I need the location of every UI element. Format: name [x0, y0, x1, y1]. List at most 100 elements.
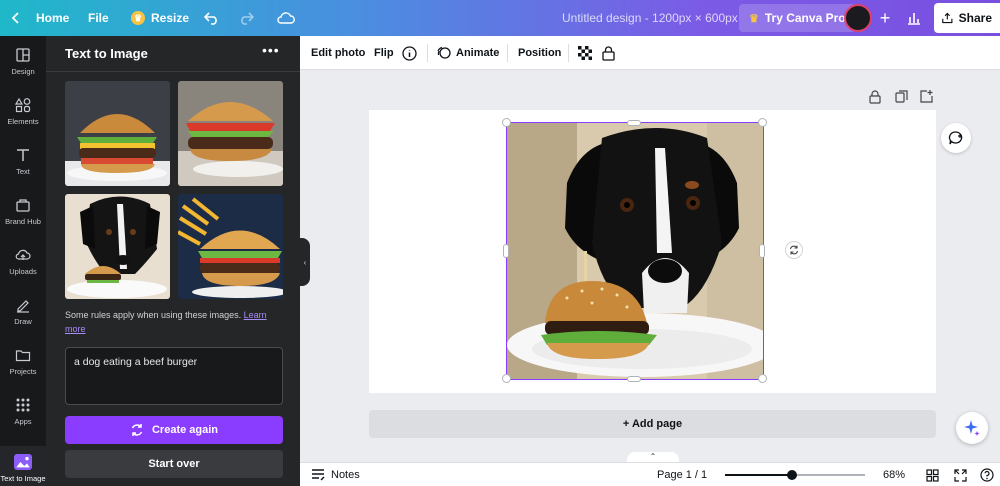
rail-item-draw[interactable]: Draw	[0, 286, 46, 336]
home-label: Home	[36, 11, 70, 25]
notes-button[interactable]: Notes	[311, 463, 360, 486]
divider	[568, 44, 569, 62]
add-collaborator-button[interactable]: +	[873, 6, 897, 30]
rail-item-text-to-image[interactable]: Text to Image	[0, 446, 46, 486]
rail-label: Uploads	[9, 266, 37, 276]
resize-handle-right[interactable]	[759, 244, 765, 258]
insights-button[interactable]	[900, 4, 928, 32]
add-page-button[interactable]: + Add page	[369, 410, 936, 438]
animate-icon	[437, 46, 451, 59]
zoom-level[interactable]: 68%	[883, 463, 905, 486]
share-button[interactable]: Share	[934, 3, 1000, 33]
usage-rules-note: Some rules apply when using these images…	[65, 308, 280, 336]
add-comment-button[interactable]	[941, 123, 971, 153]
generated-image-1[interactable]	[65, 81, 170, 186]
divider	[427, 44, 428, 62]
rail-item-design[interactable]: Design	[0, 36, 46, 86]
resize-handle-top[interactable]	[627, 120, 641, 126]
chevron-left-icon	[11, 12, 19, 24]
rotate-icon	[789, 245, 799, 255]
resize-handle-top-left[interactable]	[502, 118, 511, 127]
redo-icon	[241, 12, 254, 25]
animate-button[interactable]: Animate	[437, 36, 499, 70]
divider	[507, 44, 508, 62]
lock-page-button[interactable]	[869, 90, 883, 104]
zoom-slider[interactable]	[725, 470, 865, 480]
try-pro-label: Try Canva Pro	[764, 11, 846, 25]
panel-title: Text to Image	[65, 46, 148, 61]
design-icon	[16, 47, 30, 62]
resize-handle-bottom-left[interactable]	[502, 374, 511, 383]
collapse-panel-button[interactable]: ‹	[300, 238, 310, 286]
left-rail: Design Elements Text Brand Hub Uploads D…	[0, 36, 46, 486]
prompt-input[interactable]: a dog eating a beef burger	[65, 347, 283, 405]
redo-button[interactable]	[238, 0, 254, 36]
top-bar: Home File ♛ Resize Untitled design - 120…	[0, 0, 1000, 36]
transparency-icon	[578, 46, 592, 60]
text-icon	[17, 148, 29, 161]
create-again-label: Create again	[151, 424, 219, 436]
rules-text: Some rules apply when using these images…	[65, 310, 242, 320]
flip-label: Flip	[374, 47, 394, 59]
rail-label: Draw	[14, 316, 32, 326]
info-button[interactable]	[402, 36, 417, 70]
rail-item-projects[interactable]: Projects	[0, 336, 46, 386]
duplicate-page-button[interactable]	[895, 90, 909, 104]
add-page-icon-button[interactable]	[920, 90, 934, 104]
rail-label: Projects	[9, 366, 37, 376]
rail-label: Brand Hub	[5, 216, 41, 226]
crown-icon: ♛	[131, 11, 145, 25]
try-pro-button[interactable]: ♛ Try Canva Pro	[739, 4, 856, 32]
more-options-icon[interactable]: •••	[262, 42, 280, 58]
start-over-button[interactable]: Start over	[65, 450, 283, 478]
zoom-slider-fill	[725, 474, 792, 476]
crown-icon: ♛	[749, 12, 759, 25]
zoom-slider-handle[interactable]	[787, 470, 797, 480]
uploads-icon	[15, 249, 31, 260]
avatar[interactable]	[844, 4, 872, 32]
rail-item-apps[interactable]: Apps	[0, 386, 46, 436]
generated-image-2[interactable]	[178, 81, 283, 186]
transparency-button[interactable]	[578, 36, 592, 70]
page-indicator[interactable]: Page 1 / 1	[657, 463, 707, 486]
generated-image-3[interactable]	[65, 194, 170, 299]
magic-assistant-button[interactable]	[956, 412, 988, 444]
apps-icon	[16, 398, 30, 411]
create-again-button[interactable]: Create again	[65, 416, 283, 444]
text-to-image-panel: Text to Image ••• Some rules apply when …	[46, 36, 300, 486]
document-title[interactable]: Untitled design - 1200px × 600px	[562, 0, 738, 36]
file-menu-button[interactable]: File	[88, 0, 109, 36]
chevron-left-icon: ‹	[303, 257, 307, 267]
chevron-up-icon: ⌃	[649, 452, 657, 461]
rail-item-uploads[interactable]: Uploads	[0, 236, 46, 286]
resize-handle-top-right[interactable]	[758, 118, 767, 127]
help-button[interactable]	[980, 463, 994, 486]
footer-bar: Notes Page 1 / 1 68%	[300, 462, 1000, 486]
elements-icon	[15, 97, 31, 112]
position-label: Position	[518, 47, 562, 59]
edit-photo-button[interactable]: Edit photo	[311, 36, 365, 70]
resize-handle-bottom-right[interactable]	[758, 374, 767, 383]
fullscreen-button[interactable]	[954, 463, 967, 486]
start-over-label: Start over	[148, 458, 200, 470]
rail-item-elements[interactable]: Elements	[0, 86, 46, 136]
rail-item-text[interactable]: Text	[0, 136, 46, 186]
text-to-image-icon	[14, 453, 32, 470]
resize-handle-left[interactable]	[503, 244, 509, 258]
selection-frame	[506, 122, 764, 380]
undo-button[interactable]	[204, 0, 220, 36]
generated-image-4[interactable]	[178, 194, 283, 299]
add-page-icon	[920, 90, 933, 103]
cloud-save-button[interactable]	[277, 0, 295, 36]
flip-button[interactable]: Flip	[374, 36, 394, 70]
rail-item-brand-hub[interactable]: Brand Hub	[0, 186, 46, 236]
grid-view-button[interactable]	[926, 463, 939, 486]
resize-handle-bottom[interactable]	[627, 376, 641, 382]
draw-icon	[17, 299, 29, 313]
rail-label: Text to Image	[0, 473, 46, 483]
lock-button[interactable]	[602, 36, 615, 70]
position-button[interactable]: Position	[518, 36, 561, 70]
home-button[interactable]: Home	[10, 0, 69, 36]
resize-button[interactable]: ♛ Resize	[131, 0, 189, 36]
rotate-handle[interactable]	[785, 241, 803, 259]
